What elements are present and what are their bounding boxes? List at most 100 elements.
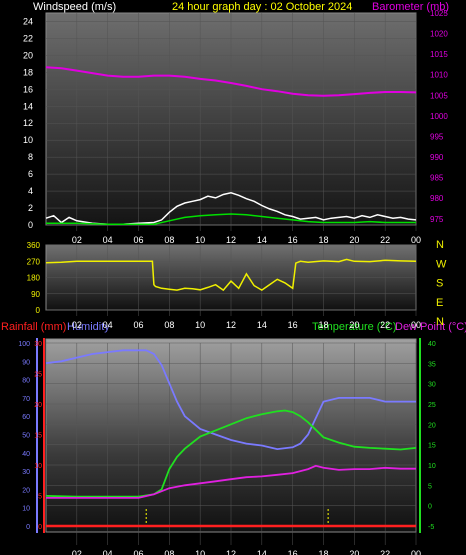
temperature-y-tick: 0 bbox=[428, 504, 432, 511]
direction-x-tick: 02 bbox=[72, 320, 82, 330]
rainfall-y-tick: 25 bbox=[34, 372, 42, 379]
direction-x-tick: 12 bbox=[226, 320, 236, 330]
temp-humidity-x-tick: 02 bbox=[72, 549, 82, 555]
wind-baro-x-tick: 00 bbox=[411, 235, 421, 245]
temp-humidity-x-tick: 18 bbox=[318, 549, 328, 555]
humidity-y-tick: 100 bbox=[18, 341, 30, 348]
rainfall-y-tick: 10 bbox=[34, 463, 42, 470]
windspeed-axis-label: Windspeed (m/s) bbox=[33, 1, 116, 13]
barometer-y-tick: 1000 bbox=[430, 112, 448, 121]
temperature-y-tick: 10 bbox=[428, 463, 436, 470]
wind-baro-x-tick: 04 bbox=[103, 235, 113, 245]
direction-x-tick: 00 bbox=[411, 320, 421, 330]
direction-x-tick: 20 bbox=[349, 320, 359, 330]
direction-y-tick: 0 bbox=[36, 306, 41, 315]
temperature-y-tick: 35 bbox=[428, 361, 436, 368]
windspeed-y-tick: 8 bbox=[28, 152, 33, 162]
windspeed-y-tick: 16 bbox=[23, 84, 33, 94]
direction-y-tick: 270 bbox=[27, 257, 41, 266]
direction-x-tick: 14 bbox=[257, 320, 267, 330]
rainfall-y-tick: 20 bbox=[34, 402, 42, 409]
wind-baro-x-tick: 16 bbox=[288, 235, 298, 245]
temperature-y-tick: 30 bbox=[428, 382, 436, 389]
direction-x-tick: 08 bbox=[164, 320, 174, 330]
temp-humidity-x-tick: 00 bbox=[411, 549, 421, 555]
chart-title: 24 hour graph day : 02 October 2024 bbox=[172, 1, 352, 13]
temperature-y-tick: 40 bbox=[428, 341, 436, 348]
barometer-y-tick: 975 bbox=[430, 215, 444, 224]
temperature-y-tick: 5 bbox=[428, 483, 432, 490]
windspeed-y-tick: 18 bbox=[23, 67, 33, 77]
windspeed-y-tick: 2 bbox=[28, 203, 33, 213]
temperature-y-tick: 15 bbox=[428, 443, 436, 450]
direction-x-tick: 18 bbox=[318, 320, 328, 330]
direction-x-tick: 16 bbox=[288, 320, 298, 330]
barometer-y-tick: 990 bbox=[430, 153, 444, 162]
humidity-y-tick: 30 bbox=[22, 469, 30, 476]
rainfall-y-tick: 15 bbox=[34, 433, 42, 440]
temp-humidity-x-tick: 20 bbox=[349, 549, 359, 555]
compass-label: W bbox=[436, 258, 447, 270]
rainfall-y-tick: 5 bbox=[38, 494, 42, 501]
direction-x-tick: 22 bbox=[380, 320, 390, 330]
humidity-y-tick: 50 bbox=[22, 433, 30, 440]
wind-baro-x-tick: 22 bbox=[380, 235, 390, 245]
direction-y-tick: 180 bbox=[27, 274, 41, 283]
humidity-y-tick: 0 bbox=[26, 524, 30, 531]
weather-graph: Windspeed (m/s) 24 hour graph day : 02 O… bbox=[1, 1, 466, 555]
wind-baro-x-tick: 08 bbox=[164, 235, 174, 245]
wind-baro-x-tick: 12 bbox=[226, 235, 236, 245]
rainfall-y-tick: 30 bbox=[34, 341, 42, 348]
windspeed-y-tick: 0 bbox=[28, 220, 33, 230]
temp-humidity-x-tick: 08 bbox=[164, 549, 174, 555]
barometer-y-tick: 980 bbox=[430, 194, 444, 203]
direction-x-tick: 06 bbox=[133, 320, 143, 330]
barometer-y-tick: 1015 bbox=[430, 50, 448, 59]
direction-x-tick: 04 bbox=[103, 320, 113, 330]
humidity-y-tick: 10 bbox=[22, 506, 30, 513]
barometer-y-tick: 995 bbox=[430, 132, 444, 141]
compass-label: N bbox=[436, 239, 444, 251]
windspeed-y-tick: 20 bbox=[23, 50, 33, 60]
temperature-y-tick: 25 bbox=[428, 402, 436, 409]
wind-baro-x-tick: 06 bbox=[133, 235, 143, 245]
temp-humidity-x-tick: 12 bbox=[226, 549, 236, 555]
compass-label: E bbox=[436, 297, 443, 309]
temp-humidity-x-tick: 10 bbox=[195, 549, 205, 555]
temperature-y-tick: -5 bbox=[428, 524, 434, 531]
windspeed-y-tick: 12 bbox=[23, 118, 33, 128]
windspeed-y-tick: 24 bbox=[23, 16, 33, 26]
barometer-y-tick: 1005 bbox=[430, 91, 448, 100]
rainfall-axis-label: Rainfall (mm) bbox=[1, 321, 66, 333]
barometer-y-tick: 985 bbox=[430, 174, 444, 183]
rainfall-y-tick: 0 bbox=[38, 524, 42, 531]
barometer-y-tick: 1025 bbox=[430, 9, 448, 18]
humidity-y-tick: 70 bbox=[22, 396, 30, 403]
wind-baro-x-tick: 02 bbox=[72, 235, 82, 245]
temp-humidity-x-tick: 14 bbox=[257, 549, 267, 555]
humidity-y-tick: 40 bbox=[22, 451, 30, 458]
compass-label: S bbox=[436, 278, 443, 290]
compass-label: N bbox=[436, 316, 444, 328]
temp-humidity-x-tick: 04 bbox=[103, 549, 113, 555]
temp-humidity-x-tick: 06 bbox=[133, 549, 143, 555]
wind-baro-x-tick: 10 bbox=[195, 235, 205, 245]
temp-humidity-x-tick: 22 bbox=[380, 549, 390, 555]
wind-baro-x-tick: 20 bbox=[349, 235, 359, 245]
windspeed-y-tick: 6 bbox=[28, 169, 33, 179]
humidity-y-tick: 60 bbox=[22, 414, 30, 421]
direction-y-tick: 90 bbox=[31, 290, 40, 299]
humidity-y-tick: 90 bbox=[22, 359, 30, 366]
temperature-y-tick: 20 bbox=[428, 422, 436, 429]
windspeed-y-tick: 14 bbox=[23, 101, 33, 111]
windspeed-y-tick: 10 bbox=[23, 135, 33, 145]
wind-baro-x-tick: 14 bbox=[257, 235, 267, 245]
humidity-y-tick: 20 bbox=[22, 487, 30, 494]
barometer-y-tick: 1010 bbox=[430, 71, 448, 80]
wind-baro-x-tick: 18 bbox=[318, 235, 328, 245]
windspeed-y-tick: 22 bbox=[23, 33, 33, 43]
barometer-y-tick: 1020 bbox=[430, 30, 448, 39]
temp-humidity-x-tick: 16 bbox=[288, 549, 298, 555]
dewpoint-axis-label: Dew Point (°C) bbox=[395, 321, 466, 333]
humidity-y-tick: 80 bbox=[22, 378, 30, 385]
